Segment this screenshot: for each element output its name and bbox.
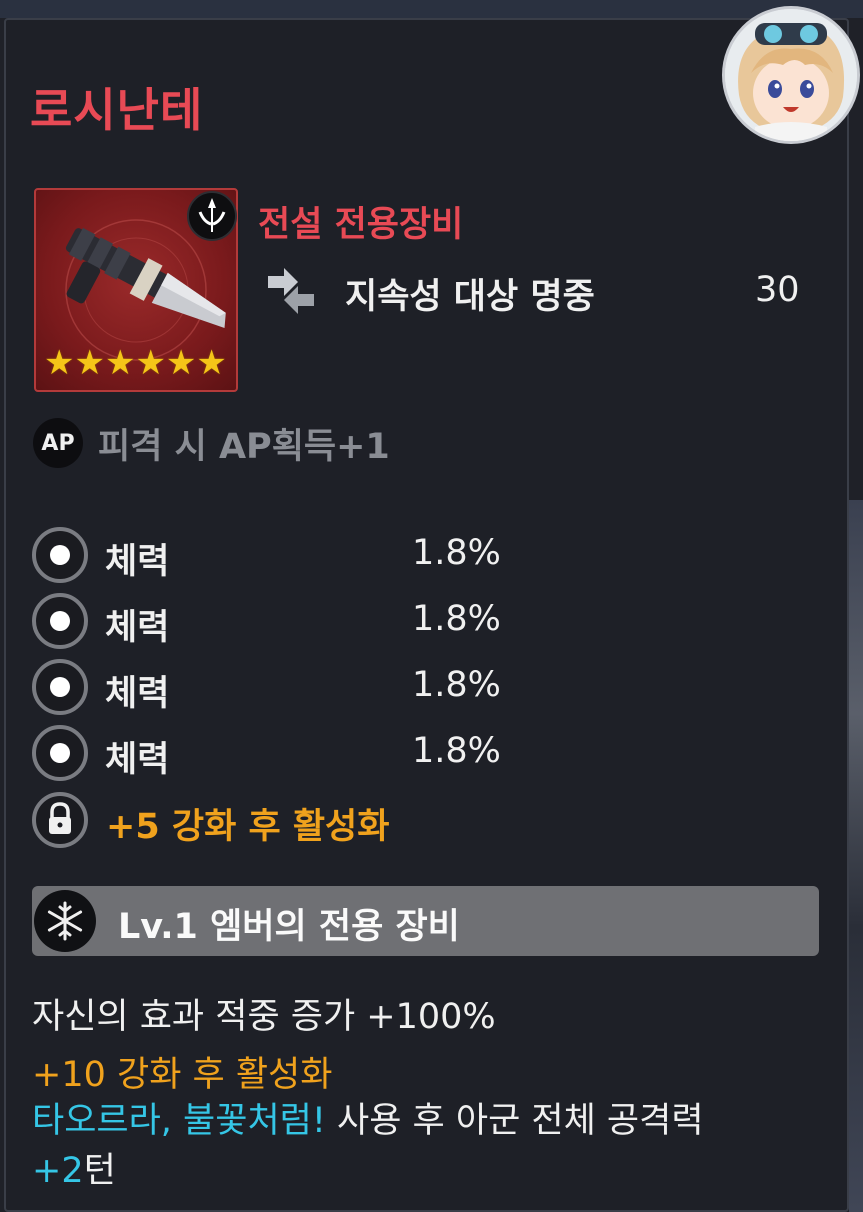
- locked-substat-text: +5 강화 후 활성화: [106, 807, 390, 847]
- set-effect-skill-text: 타오르라, 불꽃처럼! 사용 후 아군 전체 공격력 +2턴: [32, 1096, 832, 1196]
- substat-ring-icon: [32, 659, 88, 715]
- substat-ring-icon: [32, 593, 88, 649]
- substat-ring-icon: [32, 725, 88, 781]
- substat-value: 1.8%: [412, 533, 501, 573]
- substat-row: 체력 1.8%: [32, 527, 592, 583]
- substat-value: 1.8%: [412, 599, 501, 639]
- substat-value: 1.8%: [412, 665, 501, 705]
- substat-name: 체력: [105, 608, 170, 648]
- main-stat-name: 지속성 대상 명중: [345, 277, 595, 317]
- ap-effect-text: 피격 시 AP획득+1: [98, 427, 390, 467]
- substat-value: 1.8%: [412, 731, 501, 771]
- skill-effect-text: 사용 후 아군 전체 공격력: [325, 1101, 704, 1141]
- substat-name: 체력: [105, 674, 170, 714]
- character-portrait-icon[interactable]: [722, 6, 860, 144]
- item-name: 로시난테: [30, 83, 204, 137]
- buff-value: +2: [32, 1151, 84, 1191]
- set-effect-title: Lv.1 엠버의 전용 장비: [118, 907, 460, 947]
- exclusive-badge-icon: [186, 190, 238, 242]
- accuracy-icon: [262, 262, 320, 320]
- top-strip: [0, 0, 863, 18]
- set-effect-unlock-text: +10 강화 후 활성화: [32, 1055, 333, 1095]
- main-stat-value: 30: [755, 270, 800, 310]
- buff-duration-unit: 턴: [83, 1151, 116, 1191]
- substat-name: 체력: [105, 740, 170, 780]
- set-effect-line: 자신의 효과 적중 증가 +100%: [32, 997, 496, 1037]
- substat-row: 체력 1.8%: [32, 725, 592, 781]
- substat-row: 체력 1.8%: [32, 659, 592, 715]
- skill-name: 타오르라, 불꽃처럼!: [32, 1101, 326, 1141]
- substat-name: 체력: [105, 542, 170, 582]
- ap-icon: AP: [33, 418, 83, 468]
- background-edge: [849, 500, 863, 1212]
- snowflake-icon: [34, 890, 96, 952]
- lock-icon: [32, 792, 88, 848]
- substat-row: 체력 1.8%: [32, 593, 592, 649]
- substat-ring-icon: [32, 527, 88, 583]
- star-rating: ★★★★★★: [44, 343, 227, 383]
- rarity-label: 전설 전용장비: [258, 205, 464, 245]
